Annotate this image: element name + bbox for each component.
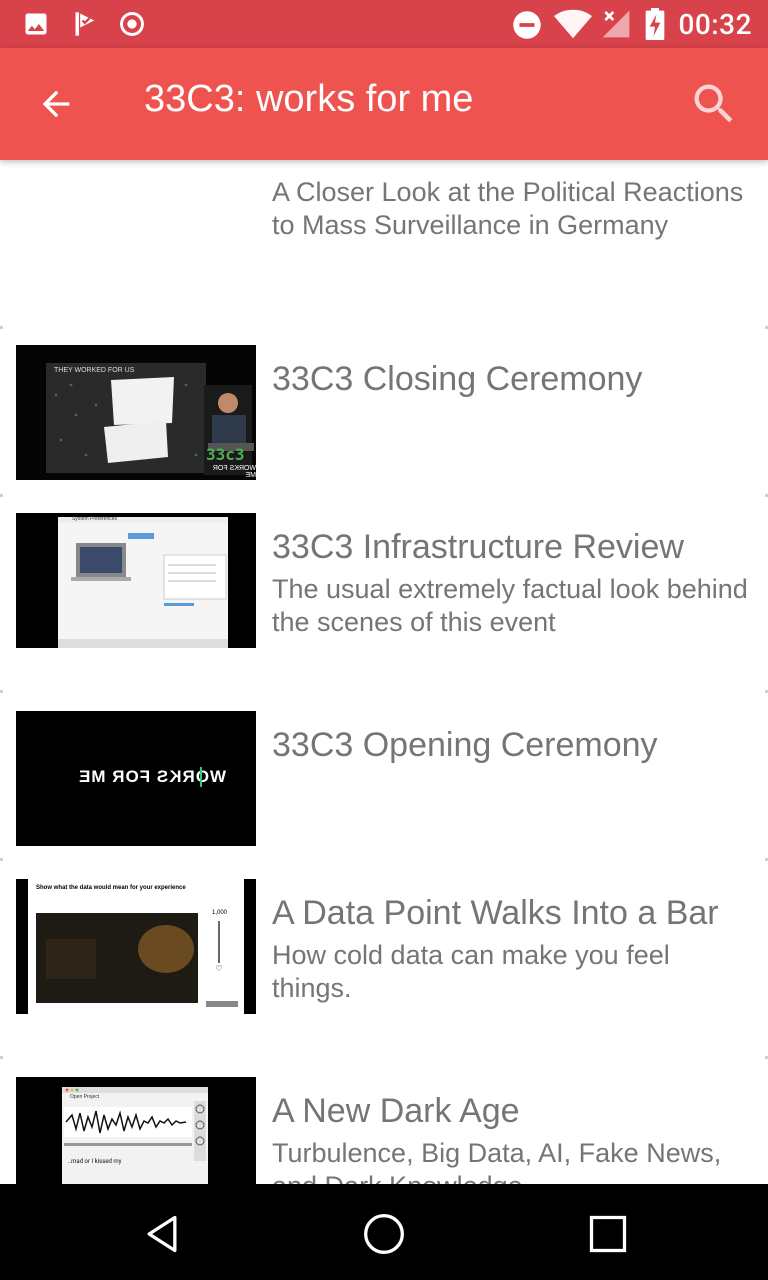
thumb-text: Open Project (70, 1094, 100, 1100)
check-flag-icon (75, 12, 95, 36)
talk-title: A Data Point Walks Into a Bar (272, 894, 719, 932)
infrastructure-image (16, 513, 256, 648)
list-item[interactable]: System Preferences 33C3 Infrastructure R… (0, 513, 768, 693)
talk-thumbnail: THEY WORKED FOR US 33c3 WORKS FOR ME (16, 345, 256, 480)
list-item[interactable]: THEY WORKED FOR US 33c3 WORKS FOR ME 33C… (0, 345, 768, 495)
thumb-text: Show what the data would mean for your e… (36, 885, 186, 891)
status-bar: 00:32 (0, 0, 768, 48)
talk-subtitle: A Closer Look at the Political Reactions… (272, 177, 744, 240)
list-item[interactable]: ♡ Show what the data would mean for your… (0, 879, 768, 1059)
list-item[interactable]: ..mad or I kissed my Open Project A New … (0, 1077, 768, 1184)
search-icon[interactable] (688, 78, 740, 130)
nav-back-icon[interactable] (140, 1212, 184, 1256)
wifi-icon (554, 9, 592, 39)
talk-title: A New Dark Age (272, 1092, 520, 1130)
talk-subtitle: The usual extremely factual look behind … (272, 574, 748, 637)
battery-charging-icon (645, 8, 665, 40)
svg-text:♡: ♡ (215, 964, 222, 973)
talk-title: 33C3 Infrastructure Review (272, 528, 684, 566)
talk-subtitle: Turbulence, Big Data, AI, Fake News, and… (272, 1138, 722, 1184)
talk-thumbnail: WORKS FOR ME (16, 711, 256, 846)
talk-title: 33C3 Opening Ceremony (272, 726, 658, 764)
thumb-text: WORKS FOR ME (212, 465, 256, 479)
thumb-text: System Preferences (72, 516, 118, 522)
app-bar: 33C3: works for me (0, 48, 768, 160)
talk-subtitle: How cold data can make you feel things. (272, 940, 670, 1003)
thumb-text: 1,000 (212, 910, 228, 916)
nav-home-icon[interactable] (362, 1212, 406, 1256)
list-item[interactable]: WORKS FOR ME 33C3 Opening Ceremony (0, 711, 768, 861)
dnd-icon (513, 11, 541, 39)
navigation-bar (0, 1184, 768, 1280)
signal-off-icon (602, 10, 630, 38)
data-point-image: ♡ (16, 879, 256, 1014)
arrow-back-icon[interactable] (36, 84, 76, 124)
thumb-text: WORKS FOR ME (78, 767, 226, 786)
thumb-text: THEY WORKED FOR US (54, 367, 135, 374)
svg-text:..mad or I kissed my: ..mad or I kissed my (68, 1158, 122, 1165)
dark-age-image: ..mad or I kissed my (16, 1077, 256, 1184)
page-title: 33C3: works for me (144, 78, 474, 120)
image-icon (25, 13, 47, 35)
talk-thumbnail: ..mad or I kissed my Open Project (16, 1077, 256, 1184)
nav-recents-icon[interactable] (586, 1212, 630, 1256)
talk-thumbnail: ♡ Show what the data would mean for your… (16, 879, 256, 1014)
talk-list: A Closer Look at the Political Reactions… (0, 160, 768, 1184)
talk-title: 33C3 Closing Ceremony (272, 360, 643, 398)
record-icon (120, 12, 144, 36)
thumb-text: 33c3 (206, 445, 245, 464)
list-item[interactable]: A Closer Look at the Political Reactions… (0, 160, 768, 326)
status-time: 00:32 (678, 8, 752, 41)
talk-thumbnail: System Preferences (16, 513, 256, 648)
